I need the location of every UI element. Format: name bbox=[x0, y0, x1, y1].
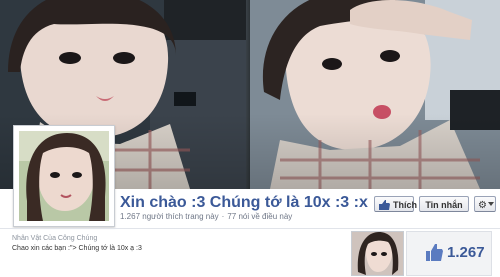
like-button-label: Thích bbox=[393, 200, 417, 210]
gear-icon: ⚙ bbox=[478, 200, 487, 211]
profile-photo-art bbox=[19, 131, 109, 221]
photos-thumbnail[interactable] bbox=[351, 231, 404, 276]
profile-picture[interactable] bbox=[13, 125, 115, 227]
chevron-down-icon bbox=[488, 202, 494, 206]
profile-photo bbox=[19, 131, 109, 221]
page-category: Nhân Vật Của Công Chúng bbox=[12, 235, 98, 242]
like-button[interactable]: Thích bbox=[374, 196, 417, 215]
info-divider bbox=[0, 228, 500, 229]
message-button[interactable]: Tin nhắn bbox=[419, 196, 469, 212]
page-options-button[interactable]: ⚙ bbox=[474, 196, 496, 212]
about-text: Chao xin các bạn :"> Chúng tớ là 10x ạ :… bbox=[12, 245, 142, 252]
page-talking-about-text[interactable]: 77 nói về điều này bbox=[227, 212, 292, 221]
page-likes-count-text[interactable]: 1.267 người thích trang này bbox=[120, 212, 219, 221]
page-stats: 1.267 người thích trang này · 77 nói về đi… bbox=[120, 212, 292, 221]
thumbs-up-icon bbox=[379, 199, 390, 215]
stats-separator: · bbox=[221, 212, 225, 221]
message-button-label: Tin nhắn bbox=[425, 200, 463, 210]
likes-box[interactable]: 1.267 bbox=[406, 231, 492, 276]
photos-thumbnail-art bbox=[352, 232, 403, 275]
likes-count: 1.267 bbox=[447, 244, 485, 261]
page-title: Xin chào :3 Chúng tớ là 10x :3 :x bbox=[120, 194, 368, 211]
thumbs-up-icon bbox=[426, 244, 443, 266]
